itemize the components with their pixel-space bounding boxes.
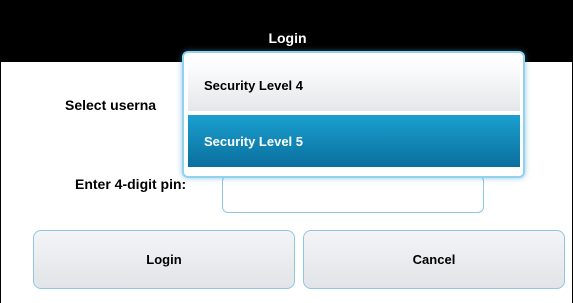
login-button[interactable]: Login (33, 230, 295, 289)
cancel-button-label: Cancel (412, 252, 456, 267)
option-label: Security Level 5 (204, 133, 303, 149)
username-label: Select userna (65, 97, 157, 113)
dialog-title: Login (268, 30, 307, 46)
dropdown-option-security-level-5[interactable]: Security Level 5 (188, 115, 520, 167)
login-dialog: Login Select userna Enter 4-digit pin: L… (0, 0, 573, 303)
pin-input[interactable] (222, 175, 484, 213)
dropdown-option-security-level-4[interactable]: Security Level 4 (188, 59, 520, 111)
cancel-button[interactable]: Cancel (303, 230, 565, 289)
username-dropdown-list: Security Level 4 Security Level 5 (182, 51, 525, 178)
option-label: Security Level 4 (204, 77, 303, 93)
pin-label: Enter 4-digit pin: (75, 176, 187, 192)
login-button-label: Login (146, 252, 182, 267)
